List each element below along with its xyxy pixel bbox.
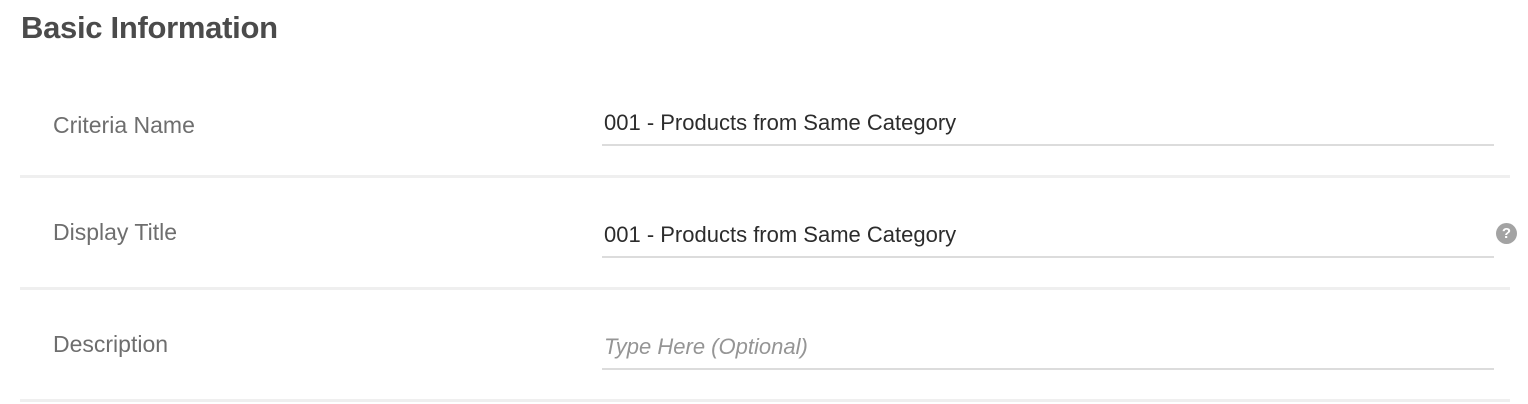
help-icon[interactable]: ? [1496, 223, 1517, 244]
basic-information-section: Basic Information Criteria Name Display … [0, 0, 1528, 404]
criteria-name-row: Criteria Name [20, 66, 1510, 178]
criteria-name-input[interactable] [602, 102, 1494, 146]
description-input[interactable] [602, 326, 1494, 370]
section-title: Basic Information [21, 10, 278, 45]
display-title-input[interactable] [602, 214, 1494, 258]
display-title-label: Display Title [53, 219, 177, 245]
description-label: Description [53, 331, 169, 357]
description-row: Description [20, 290, 1510, 402]
display-title-row: Display Title ? [20, 178, 1517, 290]
criteria-name-label: Criteria Name [53, 112, 195, 138]
